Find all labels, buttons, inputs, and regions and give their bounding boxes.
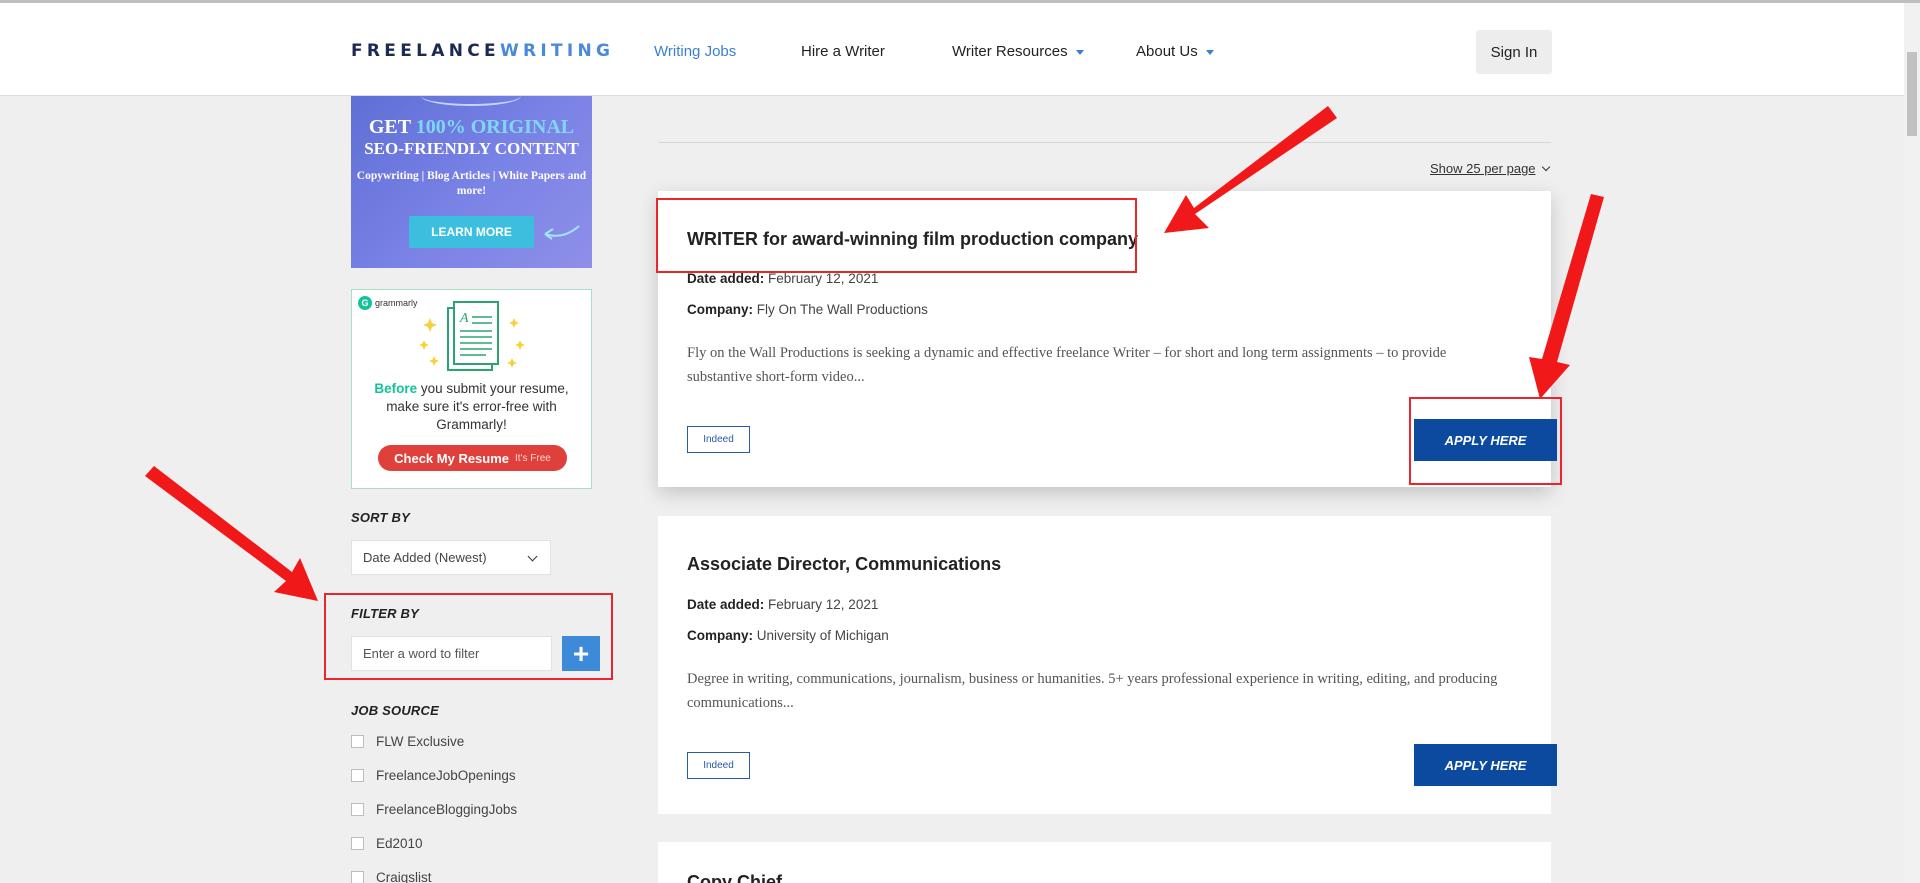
ad-tagline: Copywriting | Blog Articles | White Pape… bbox=[356, 170, 587, 197]
job-company: Company: Fly On The Wall Productions bbox=[687, 302, 928, 317]
curved-arrow-icon bbox=[544, 225, 580, 240]
logo-text-part1: FREELANCE bbox=[351, 41, 500, 61]
grammarly-logo-icon: G bbox=[358, 296, 372, 310]
nav-hire-a-writer[interactable]: Hire a Writer bbox=[801, 43, 885, 60]
chevron-down-icon bbox=[527, 551, 538, 562]
job-company: Company: University of Michigan bbox=[687, 628, 889, 643]
annotation-box-job-title bbox=[656, 198, 1137, 273]
document-icon: A bbox=[419, 301, 525, 371]
job-source-tag[interactable]: Indeed bbox=[687, 752, 750, 779]
company-label: Company: bbox=[687, 628, 754, 643]
checkbox[interactable] bbox=[351, 803, 364, 816]
nav-writing-jobs[interactable]: Writing Jobs bbox=[654, 43, 736, 60]
job-description: Degree in writing, communications, journ… bbox=[687, 671, 1498, 711]
job-source-tag[interactable]: Indeed bbox=[687, 426, 750, 453]
sort-select-value: Date Added (Newest) bbox=[363, 550, 487, 565]
source-label: FLW Exclusive bbox=[376, 734, 465, 749]
grammarly-ad-text: Before you submit your resume, make sure… bbox=[362, 380, 581, 434]
checkbox[interactable] bbox=[351, 735, 364, 748]
source-option-flw-exclusive[interactable]: FLW Exclusive bbox=[351, 734, 464, 749]
annotation-box-apply-button bbox=[1409, 397, 1562, 485]
date-label: Date added: bbox=[687, 271, 765, 286]
apply-here-button[interactable]: APPLY HERE bbox=[1414, 744, 1557, 786]
check-my-resume-button[interactable]: Check My Resume It's Free bbox=[378, 445, 567, 471]
ad-subheadline: SEO-FRIENDLY CONTENT bbox=[364, 139, 579, 158]
ad-headline-prefix: GET bbox=[368, 116, 416, 138]
checkbox[interactable] bbox=[351, 769, 364, 782]
date-value: February 12, 2021 bbox=[764, 597, 879, 612]
checkbox[interactable] bbox=[351, 837, 364, 850]
nav-about-us[interactable]: About Us bbox=[1136, 43, 1214, 60]
swoosh-decoration bbox=[421, 96, 521, 106]
ad-headline-highlight: 100% ORIGINAL bbox=[415, 116, 575, 138]
grammarly-brand: Ggrammarly bbox=[358, 296, 418, 310]
company-value: Fly On The Wall Productions bbox=[753, 302, 928, 317]
results-divider bbox=[658, 142, 1551, 143]
grammarly-ad-highlight: Before bbox=[374, 381, 418, 396]
per-page-select[interactable]: Show 25 per page bbox=[1430, 161, 1550, 176]
logo-text-part2: WRITING bbox=[499, 41, 615, 61]
nav-writer-resources-label: Writer Resources bbox=[952, 43, 1068, 60]
its-free-note: It's Free bbox=[515, 452, 551, 464]
job-title[interactable]: Copy Chief bbox=[687, 872, 782, 883]
job-description: Fly on the Wall Productions is seeking a… bbox=[687, 345, 1447, 385]
site-logo[interactable]: FREELANCEWRITING bbox=[351, 41, 614, 61]
company-label: Company: bbox=[687, 302, 754, 317]
svg-text:A: A bbox=[459, 311, 469, 326]
source-label: FreelanceBloggingJobs bbox=[376, 802, 518, 817]
caret-down-icon bbox=[1075, 49, 1084, 55]
check-my-resume-label: Check My Resume bbox=[394, 450, 510, 466]
date-label: Date added: bbox=[687, 597, 765, 612]
per-page-label: Show 25 per page bbox=[1430, 161, 1536, 176]
checkbox[interactable] bbox=[351, 871, 364, 883]
annotation-box-filter bbox=[324, 593, 613, 680]
job-card: Copy Chief bbox=[658, 842, 1551, 883]
source-label: FreelanceJobOpenings bbox=[376, 768, 516, 783]
chevron-down-icon bbox=[1541, 162, 1550, 172]
source-option-ed2010[interactable]: Ed2010 bbox=[351, 836, 423, 851]
company-value: University of Michigan bbox=[753, 628, 889, 643]
date-value: February 12, 2021 bbox=[764, 271, 879, 286]
learn-more-button[interactable]: LEARN MORE bbox=[409, 216, 534, 248]
site-header: FREELANCEWRITING Writing Jobs Hire a Wri… bbox=[0, 3, 1904, 96]
job-date: Date added: February 12, 2021 bbox=[687, 271, 878, 286]
nav-about-us-label: About Us bbox=[1136, 43, 1198, 60]
source-option-freelancebloggingjobs[interactable]: FreelanceBloggingJobs bbox=[351, 802, 517, 817]
seo-content-ad[interactable]: GET 100% ORIGINAL SEO-FRIENDLY CONTENT C… bbox=[351, 96, 592, 268]
job-title[interactable]: Associate Director, Communications bbox=[687, 554, 1001, 575]
source-label: Craigslist bbox=[376, 870, 432, 883]
grammarly-ad[interactable]: Ggrammarly A Before you submit your resu… bbox=[351, 289, 592, 489]
source-label: Ed2010 bbox=[376, 836, 423, 851]
source-option-freelancejobopenings[interactable]: FreelanceJobOpenings bbox=[351, 768, 516, 783]
job-source-heading: JOB SOURCE bbox=[351, 703, 439, 718]
caret-down-icon bbox=[1205, 49, 1214, 55]
annotation-arrow-icon bbox=[145, 466, 318, 601]
sort-by-heading: SORT BY bbox=[351, 510, 410, 525]
nav-writer-resources[interactable]: Writer Resources bbox=[952, 43, 1084, 60]
sort-select[interactable]: Date Added (Newest) bbox=[351, 540, 551, 575]
source-option-craigslist[interactable]: Craigslist bbox=[351, 870, 432, 883]
sign-in-button[interactable]: Sign In bbox=[1476, 30, 1552, 74]
page-scrollbar-thumb[interactable] bbox=[1907, 52, 1917, 136]
job-date: Date added: February 12, 2021 bbox=[687, 597, 878, 612]
job-card: Associate Director, Communications Date … bbox=[658, 516, 1557, 814]
ad-headline: GET 100% ORIGINAL bbox=[351, 116, 592, 139]
